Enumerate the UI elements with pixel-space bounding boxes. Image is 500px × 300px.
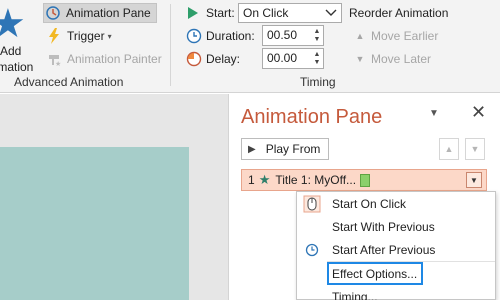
pane-title: Animation Pane [241,106,383,128]
clock-icon [303,241,321,259]
menu-item-effect-options[interactable]: Effect Options... [297,262,495,285]
svg-text:★: ★ [55,60,61,67]
animation-painter-button[interactable]: ★ Animation Painter [45,49,162,69]
menu-item-timing[interactable]: Timing... [297,285,495,300]
add-animation-label-line2: nimation [0,60,34,74]
mouse-click-icon [303,195,321,213]
close-icon[interactable]: ✕ [471,102,486,123]
stepper-arrows-icon[interactable]: ▲ ▼ [311,26,323,45]
pane-move-down-button[interactable]: ▼ [465,138,485,160]
slide-thumbnail[interactable] [0,147,189,300]
pane-options-icon[interactable]: ▼ [429,108,439,119]
animation-pane-button[interactable]: Animation Pane [43,3,157,23]
start-row: Start: [186,2,235,24]
menu-item-start-on-click[interactable]: Start On Click [297,192,495,215]
menu-item-label: Effect Options... [332,266,418,281]
chevron-down-icon: ▾ [107,31,112,41]
move-later-label: Move Later [371,52,432,66]
duration-row: Duration: [186,25,255,47]
play-from-label: Play From [265,142,321,156]
star-icon: ★ [258,172,271,187]
start-value: On Click [243,6,289,20]
menu-item-label: Start With Previous [332,219,435,234]
move-later-button[interactable]: ▼ Move Later [353,49,432,69]
triangle-down-icon: ▼ [470,144,480,154]
menu-item-label: Start After Previous [332,242,436,257]
slide-canvas [0,94,228,300]
menu-item-label: Start On Click [332,196,407,211]
animation-item-label: Title 1: MyOff... [275,173,357,187]
start-select[interactable]: On Click [238,3,342,23]
group-divider [170,4,171,86]
ribbon: ★ Add nimation Animation Pane Trigger ▾ … [0,0,500,93]
trigger-label: Trigger [67,29,105,43]
animation-order-number: 1 [248,173,255,187]
menu-item-start-after-previous[interactable]: Start After Previous [297,238,495,261]
menu-item-label: Timing... [332,289,378,300]
timing-group-label: Timing [300,75,336,89]
duration-value: 00.50 [267,28,298,42]
delay-value: 00.00 [267,51,298,65]
start-label: Start: [206,6,235,20]
triangle-up-icon: ▲ [444,144,454,154]
add-animation-button[interactable]: ★ Add nimation [0,2,36,74]
move-earlier-label: Move Earlier [371,29,439,43]
delay-stepper[interactable]: 00.00 ▲ ▼ [262,48,324,69]
delay-clock-icon [186,51,202,67]
timeline-bar [360,173,371,187]
animation-painter-icon: ★ [45,50,63,68]
add-animation-label-line1: Add [0,44,22,58]
star-icon: ★ [0,2,26,46]
clock-icon [186,28,202,44]
play-triangle-icon [186,5,202,21]
move-earlier-button[interactable]: ▲ Move Earlier [353,26,439,46]
reorder-animation-title: Reorder Animation [349,6,449,20]
advanced-animation-group-label: Advanced Animation [14,75,124,89]
animation-context-menu: Start On Click Start With Previous Start… [296,191,496,300]
triangle-up-icon: ▲ [355,31,365,41]
duration-stepper[interactable]: 00.50 ▲ ▼ [262,25,324,46]
animation-painter-label: Animation Painter [67,52,162,66]
play-from-button[interactable]: ▶ Play From [241,138,329,160]
triangle-down-icon: ▼ [355,54,365,64]
chevron-down-icon [325,6,337,20]
animation-pane-icon [44,4,62,22]
animation-pane-label: Animation Pane [66,6,151,20]
delay-label: Delay: [206,52,241,66]
trigger-button[interactable]: Trigger ▾ [45,26,112,46]
chevron-down-icon[interactable]: ▼ [466,172,482,188]
stepper-arrows-icon[interactable]: ▲ ▼ [311,49,323,68]
play-icon: ▶ [248,143,256,155]
delay-row: Delay: [186,48,240,70]
lightning-icon [45,27,63,45]
duration-label: Duration: [206,29,255,43]
pane-move-up-button[interactable]: ▲ [439,138,459,160]
animation-list-item[interactable]: 1 ★ Title 1: MyOff... ▼ [241,169,487,191]
menu-item-start-with-previous[interactable]: Start With Previous [297,215,495,238]
